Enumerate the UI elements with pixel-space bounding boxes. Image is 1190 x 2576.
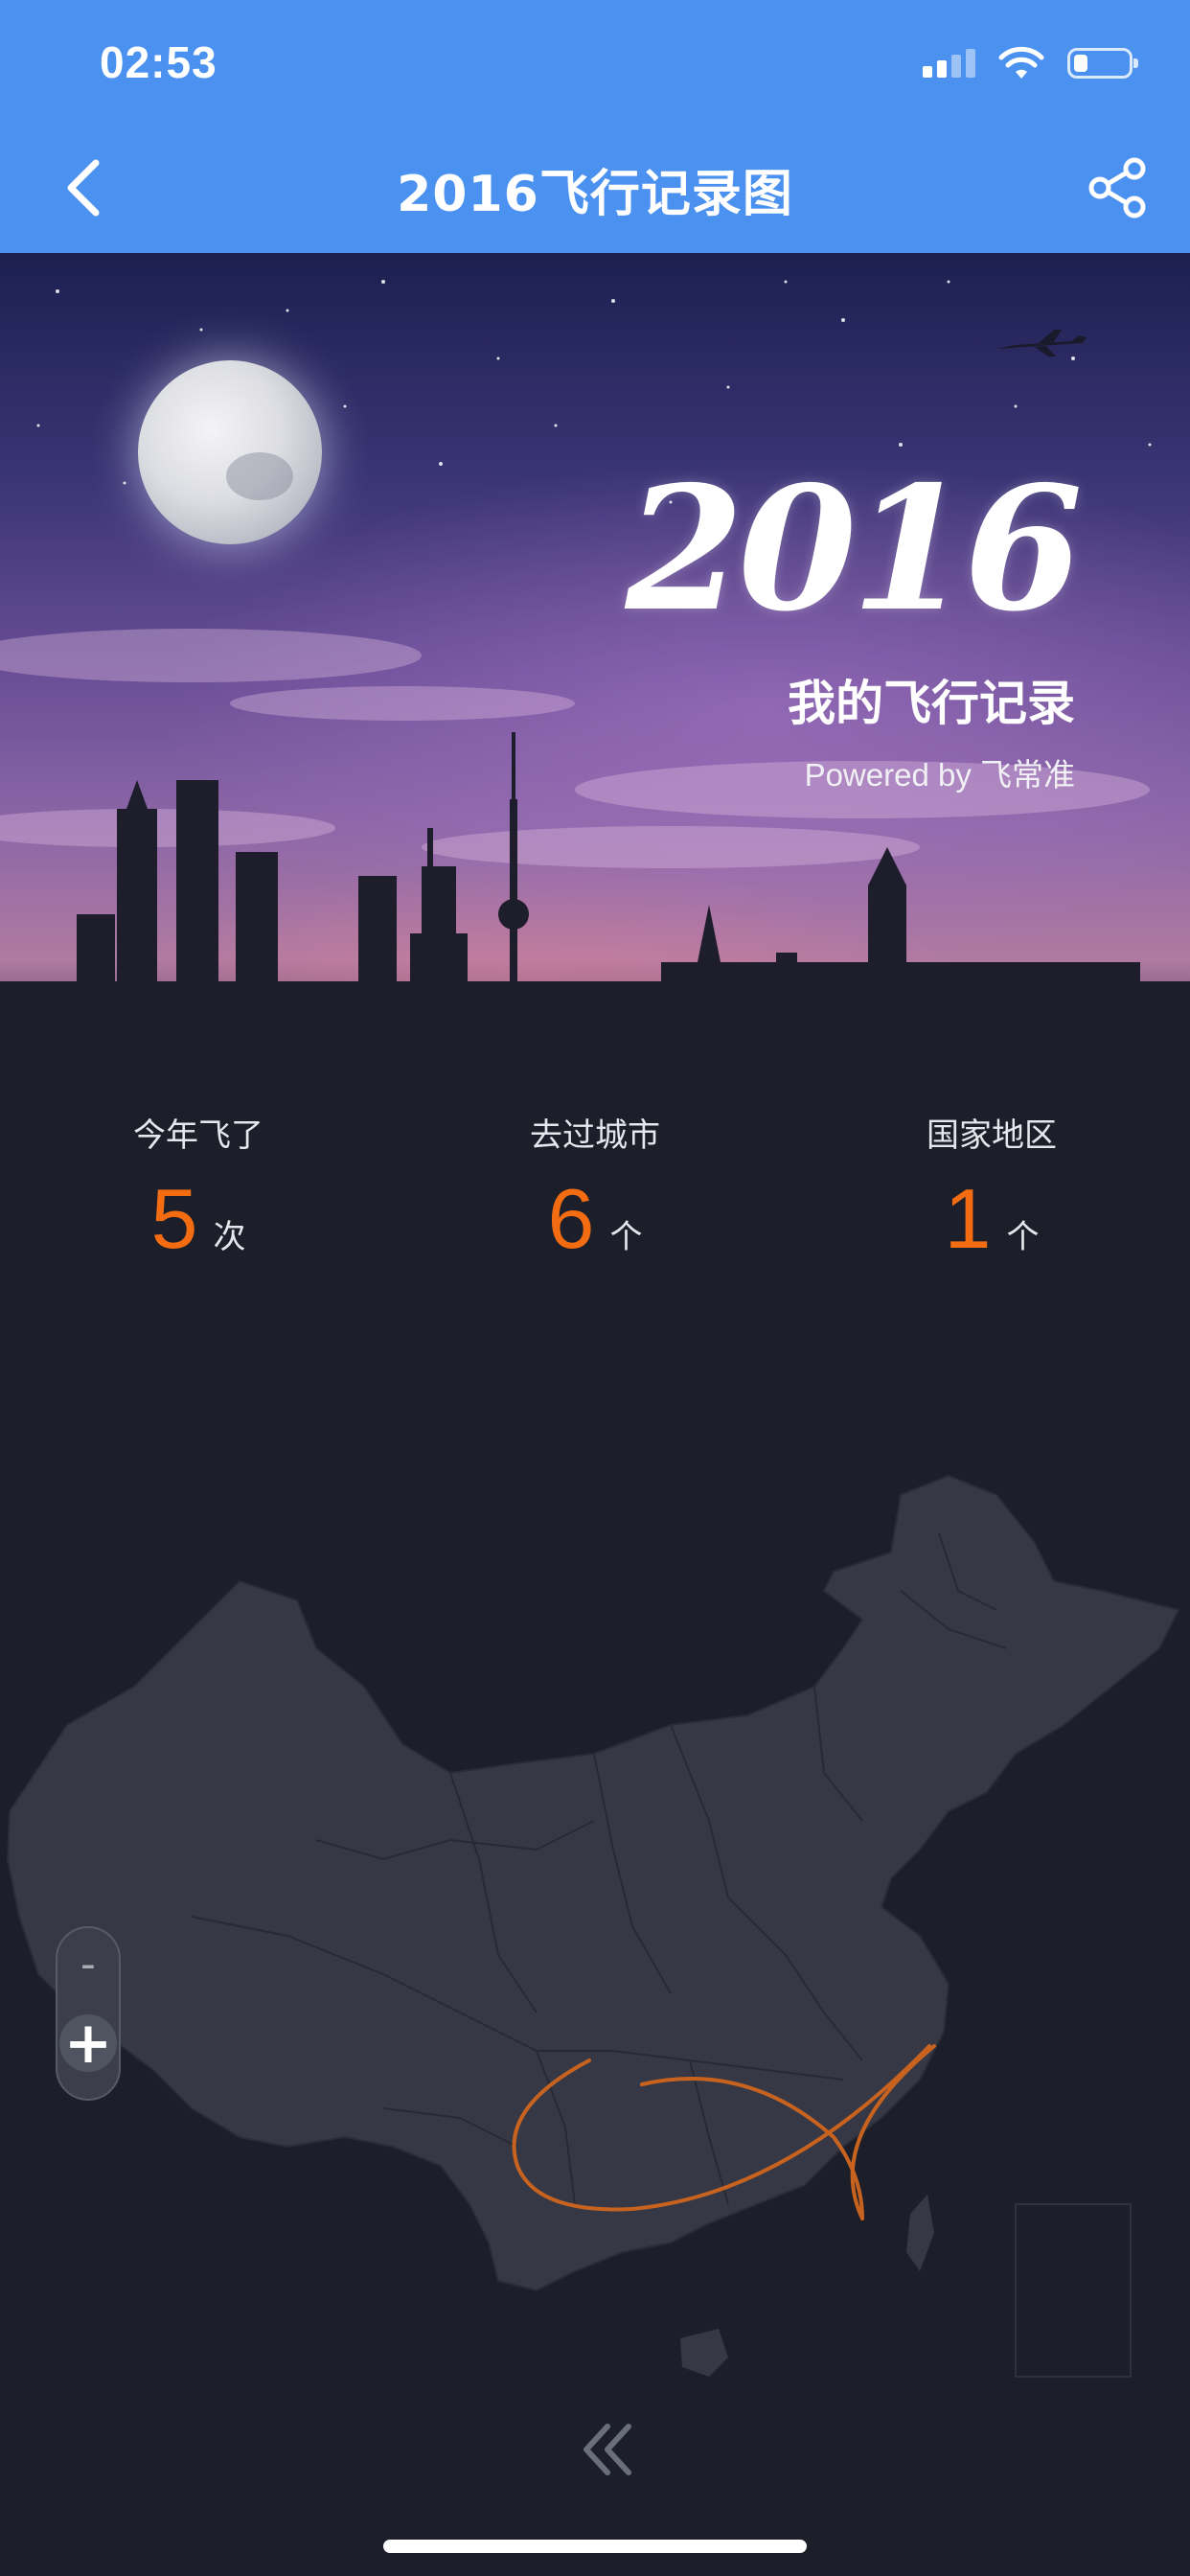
stat-label: 今年飞了 xyxy=(133,1116,263,1155)
stat-unit: 个 xyxy=(1006,1218,1040,1256)
collapse-button[interactable] xyxy=(573,2415,642,2484)
flight-map[interactable] xyxy=(0,1438,1190,2396)
page-title: 2016飞行记录图 xyxy=(397,166,793,223)
share-icon xyxy=(1088,157,1146,218)
zoom-in-button[interactable]: + xyxy=(59,2014,117,2072)
banner-year: 2016 xyxy=(625,448,1083,649)
stat-value: 1 xyxy=(944,1171,992,1266)
share-button[interactable] xyxy=(1083,153,1152,222)
stat-cities: 去过城市 6个 xyxy=(397,1112,793,1261)
stat-label: 国家地区 xyxy=(927,1116,1057,1155)
stat-regions: 国家地区 1个 xyxy=(793,1112,1190,1261)
double-chevron-left-icon xyxy=(584,2424,631,2475)
stat-flights: 今年飞了 5次 xyxy=(0,1112,397,1261)
cellular-signal-icon xyxy=(923,49,975,78)
stat-value: 5 xyxy=(150,1171,198,1266)
zoom-out-button[interactable]: - xyxy=(57,1936,119,1993)
map-landmass xyxy=(6,1474,1180,2292)
powered-by-label: Powered by 飞常准 xyxy=(804,757,1075,793)
stat-value: 6 xyxy=(547,1171,595,1266)
moon xyxy=(138,360,322,544)
stat-unit: 次 xyxy=(213,1218,246,1256)
wifi-icon xyxy=(998,46,1044,79)
home-indicator[interactable] xyxy=(383,2540,807,2553)
stat-unit: 个 xyxy=(609,1218,643,1256)
flight-stats: 今年飞了 5次 去过城市 6个 国家地区 1个 xyxy=(0,1112,1190,1284)
stat-label: 去过城市 xyxy=(530,1116,660,1155)
status-icons xyxy=(923,44,1138,82)
header: 02:53 2016飞行记录图 xyxy=(0,0,1190,253)
battery-icon xyxy=(1067,48,1138,79)
banner-subtitle: 我的飞行记录 xyxy=(788,676,1075,731)
status-time: 02:53 xyxy=(100,37,217,87)
zoom-control: - + xyxy=(56,1926,121,2101)
airplane-icon xyxy=(996,330,1087,356)
china-map xyxy=(6,1474,1180,2378)
banner-image: 2016 我的飞行记录 Powered by 飞常准 xyxy=(0,253,1190,1075)
